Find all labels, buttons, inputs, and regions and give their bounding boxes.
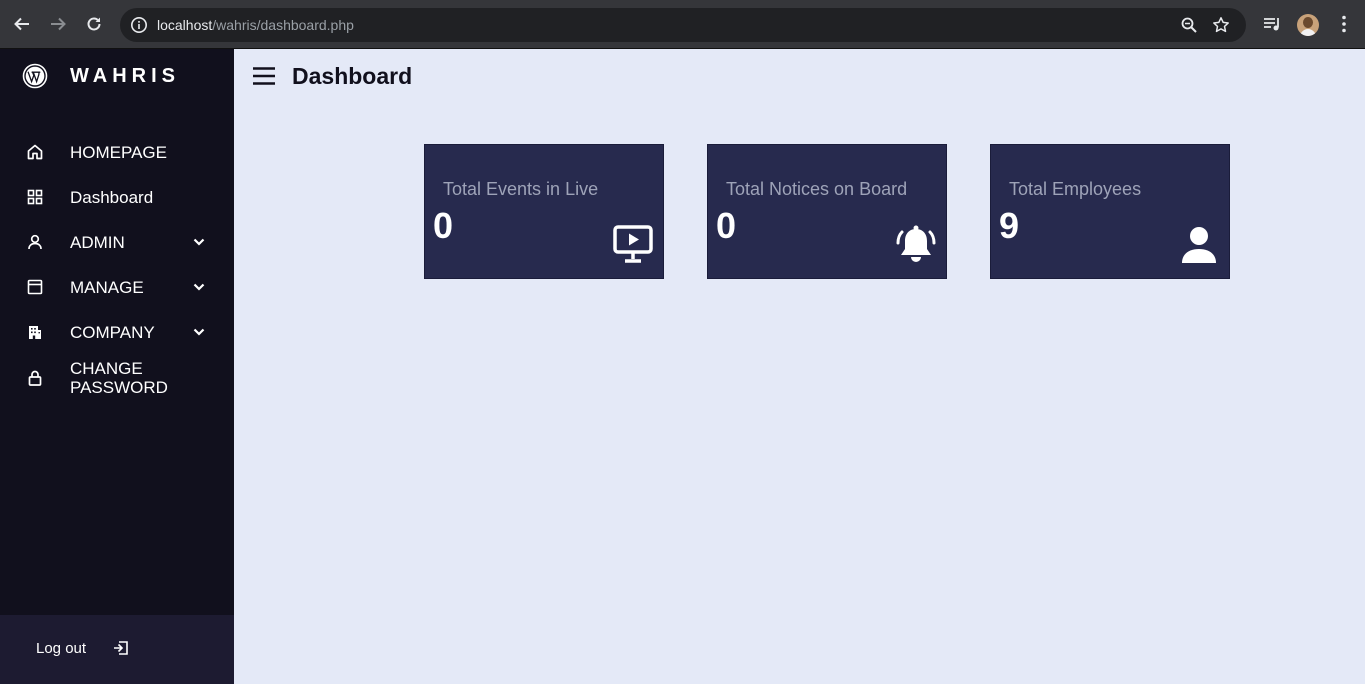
reload-icon xyxy=(87,17,101,31)
card-title: Total Notices on Board xyxy=(726,179,908,199)
sidebar-item-label: ADMIN xyxy=(70,232,125,252)
chevron-down-icon[interactable] xyxy=(192,280,206,294)
brand[interactable]: WAHRIS xyxy=(22,63,180,89)
stat-card-notices: Total Notices on Board 0 xyxy=(707,144,947,279)
building-icon xyxy=(29,326,41,339)
page-title: Dashboard xyxy=(292,63,413,89)
media-control-icon[interactable] xyxy=(1261,13,1283,35)
reload-button[interactable] xyxy=(82,12,106,36)
sidebar-item-label: MANAGE xyxy=(70,277,144,297)
window-icon xyxy=(27,279,43,295)
logout-icon[interactable] xyxy=(112,639,130,657)
user-solid-icon xyxy=(1182,227,1216,263)
monitor-play-icon xyxy=(613,225,653,263)
stat-card-employees: Total Employees 9 xyxy=(990,144,1230,279)
address-bar[interactable]: localhost/wahris/dashboard.php xyxy=(120,8,1246,42)
chevron-down-icon[interactable] xyxy=(192,325,206,339)
logout-section[interactable]: Log out xyxy=(0,615,234,684)
url-host: localhost xyxy=(157,17,213,33)
sidebar-item-homepage[interactable]: HOMEPAGE xyxy=(0,134,234,170)
sidebar-item-change-password[interactable]: CHANGE PASSWORD xyxy=(0,359,234,397)
card-value: 9 xyxy=(999,205,1020,246)
sidebar-item-manage[interactable]: MANAGE xyxy=(0,269,234,305)
home-icon xyxy=(27,144,43,160)
menu-toggle-icon[interactable] xyxy=(252,65,276,87)
back-button[interactable] xyxy=(10,12,34,36)
kebab-menu-icon[interactable] xyxy=(1333,13,1355,35)
arrow-left-icon xyxy=(14,17,29,31)
info-icon[interactable] xyxy=(130,16,148,34)
main-content: Dashboard Total Events in Live 0 Total N… xyxy=(234,49,1365,684)
card-value: 0 xyxy=(433,205,454,246)
profile-avatar[interactable] xyxy=(1297,14,1319,36)
user-icon xyxy=(28,234,42,250)
url-path: /wahris/dashboard.php xyxy=(212,17,354,33)
sidebar-item-dashboard[interactable]: Dashboard xyxy=(0,179,234,215)
grid-icon xyxy=(27,189,43,205)
bell-ringing-icon xyxy=(896,225,936,262)
lock-icon xyxy=(28,370,42,386)
stat-card-events: Total Events in Live 0 xyxy=(424,144,664,279)
url-text: localhost/wahris/dashboard.php xyxy=(157,17,354,33)
logout-label[interactable]: Log out xyxy=(36,640,86,657)
chevron-down-icon[interactable] xyxy=(192,235,206,249)
browser-toolbar: localhost/wahris/dashboard.php xyxy=(0,0,1365,49)
card-value: 0 xyxy=(716,205,737,246)
card-title: Total Events in Live xyxy=(443,179,599,199)
zoom-icon[interactable] xyxy=(1180,16,1198,34)
forward-button[interactable] xyxy=(46,12,70,36)
card-title: Total Employees xyxy=(1009,179,1142,199)
sidebar-item-label: Dashboard xyxy=(70,187,154,207)
sidebar: WAHRIS HOMEPAGE Dashboard ADMIN MANAGE C… xyxy=(0,49,234,684)
arrow-right-icon xyxy=(51,17,66,31)
brand-name: WAHRIS xyxy=(70,64,180,87)
wordpress-logo-icon xyxy=(22,63,48,89)
star-icon[interactable] xyxy=(1212,16,1230,34)
sidebar-item-label: COMPANY xyxy=(70,322,155,342)
sidebar-item-admin[interactable]: ADMIN xyxy=(0,224,234,260)
sidebar-item-label: CHANGE PASSWORD xyxy=(70,359,168,397)
sidebar-item-company[interactable]: COMPANY xyxy=(0,314,234,350)
sidebar-item-label: HOMEPAGE xyxy=(70,142,167,162)
